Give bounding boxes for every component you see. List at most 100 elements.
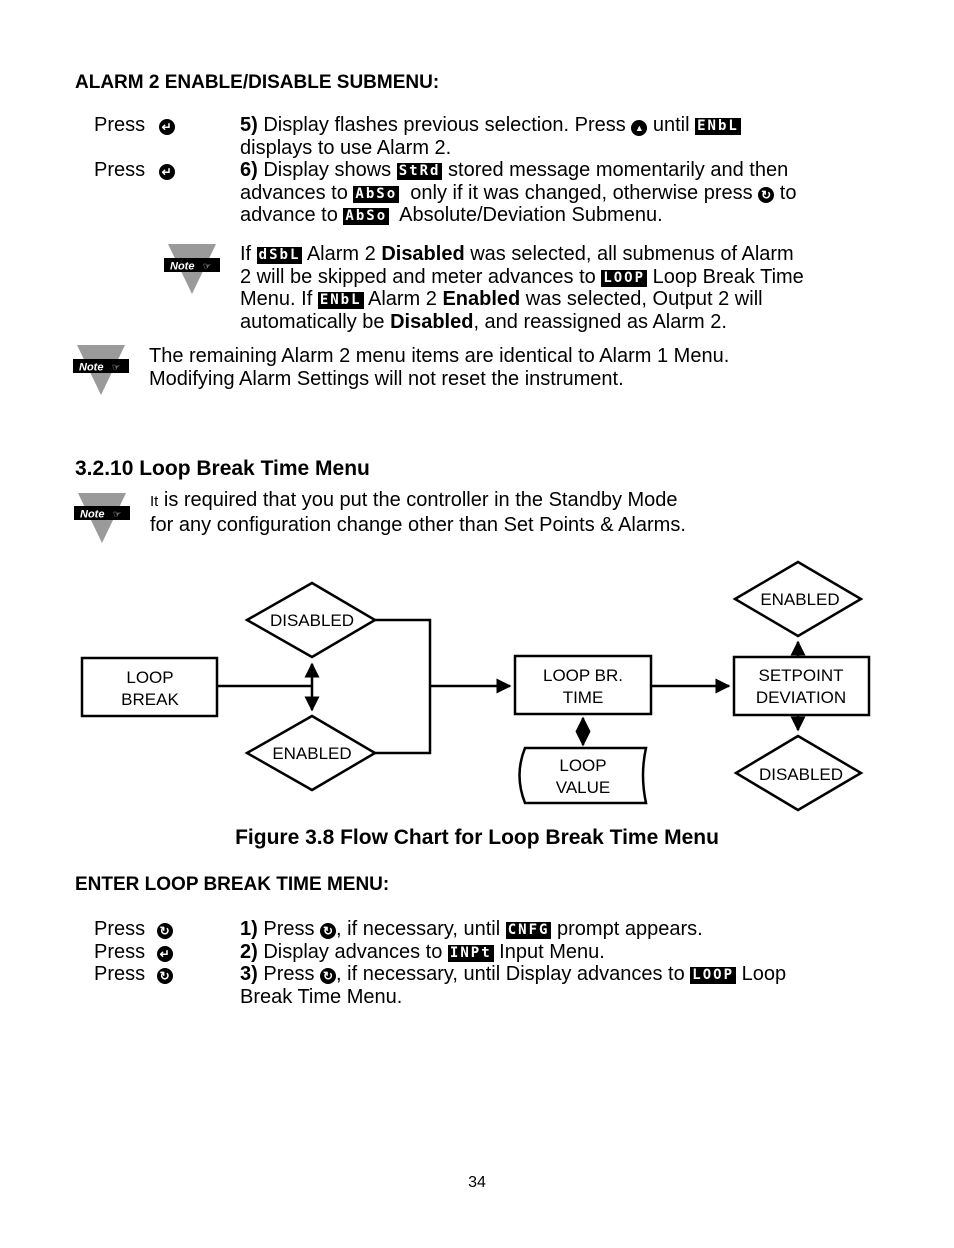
step-text: Press xyxy=(257,918,321,940)
node-label: TIME xyxy=(563,688,604,707)
step-2: 2) Display advances to INPt Input Menu. xyxy=(240,941,890,964)
note-text: The remaining Alarm 2 menu items are ide… xyxy=(149,345,730,367)
note-text: Alarm 2 xyxy=(302,243,382,265)
note-icon: Note ☞ xyxy=(164,244,220,294)
step-text: advances to xyxy=(240,181,354,204)
press-label: Press ↻ xyxy=(94,918,173,941)
step-text: Display shows xyxy=(257,159,397,181)
node-label: DISABLED xyxy=(759,765,843,784)
note1-text: If dSbL Alarm 2 Disabled was selected, a… xyxy=(240,243,890,333)
note-icon: Note ☞ xyxy=(73,345,129,395)
note-bold: Disabled xyxy=(381,243,465,265)
step-1: 1) Press ↻, if necessary, until CNFG pro… xyxy=(240,918,890,941)
node-label: LOOP xyxy=(126,668,173,687)
press-text: Press xyxy=(94,114,146,136)
node-label: SETPOINT xyxy=(758,666,843,685)
lcd-abso: AbSo xyxy=(343,208,390,225)
note-text: was selected, all submenus of Alarm xyxy=(464,243,794,265)
enter-menu-steps: 1) Press ↻, if necessary, until CNFG pro… xyxy=(240,918,890,1008)
note-text: for any configuration change other than … xyxy=(150,513,686,536)
node-label: DEVIATION xyxy=(756,688,846,707)
menu-icon: ↻ xyxy=(320,923,337,939)
step-text: until xyxy=(647,114,696,136)
note-bold: Enabled xyxy=(442,288,521,310)
step-text: Display flashes previous selection. Pres… xyxy=(257,114,632,136)
step-text: displays to use Alarm 2. xyxy=(240,136,452,159)
enter-icon: ↵ xyxy=(156,945,173,962)
step-6: 6) Display shows StRd stored message mom… xyxy=(240,159,900,227)
step-text: Break Time Menu. xyxy=(240,985,403,1008)
menu-icon: ↻ xyxy=(156,968,173,984)
step-text: Display advances to xyxy=(257,940,448,963)
alarm2-heading: ALARM 2 ENABLE/DISABLE SUBMENU: xyxy=(75,72,440,93)
section-heading: 3.2.10 Loop Break Time Menu xyxy=(75,457,370,480)
step-text: only if it was changed, otherwise press xyxy=(399,181,759,204)
note-text: Menu. If xyxy=(240,288,318,310)
menu-icon: ↻ xyxy=(156,923,173,939)
press-label: Press ↵ xyxy=(94,114,175,137)
node-label: BREAK xyxy=(121,690,179,709)
step-text: , if necessary, until xyxy=(336,918,506,940)
step-text: Absolute/Deviation Submenu. xyxy=(389,204,663,226)
enter-menu-heading: ENTER LOOP BREAK TIME MENU: xyxy=(75,874,390,895)
connector xyxy=(375,618,432,755)
lcd-abso: AbSo xyxy=(353,185,400,203)
step-text: Input Menu. xyxy=(493,940,605,963)
node-label: ENABLED xyxy=(272,744,351,763)
hand-pointer-icon: ☞ xyxy=(112,362,120,372)
step-text: Loop xyxy=(736,963,787,985)
note2-text: The remaining Alarm 2 menu items are ide… xyxy=(149,345,869,390)
node-label: VALUE xyxy=(556,778,611,797)
lcd-loop: LOOP xyxy=(601,269,648,287)
note-label: Note xyxy=(80,509,104,521)
hand-pointer-icon: ☞ xyxy=(113,509,121,519)
menu-icon: ↻ xyxy=(758,186,775,203)
press-label: Press ↵ xyxy=(94,159,175,182)
step-number: 2) xyxy=(240,940,258,963)
step-3: 3) Press ↻, if necessary, until Display … xyxy=(240,963,890,986)
note-text: Loop Break Time xyxy=(647,265,804,288)
note-label: Note xyxy=(79,362,103,374)
enter-icon: ↵ xyxy=(158,164,175,180)
press-column: Press ↻ Press ↵ Press ↻ xyxy=(94,918,173,986)
step-number: 3) xyxy=(240,963,258,985)
note-text: is required that you put the controller … xyxy=(158,489,678,511)
note-text: was selected, Output 2 will xyxy=(520,288,763,310)
note-bold: Disabled xyxy=(390,310,474,333)
press-text: Press xyxy=(94,940,146,963)
lcd-inpt: INPt xyxy=(447,944,494,962)
press-text: Press xyxy=(94,963,146,985)
menu-icon: ↻ xyxy=(320,968,337,984)
press-label: Press ↻ xyxy=(94,963,173,986)
up-arrow-icon: ▲ xyxy=(631,120,648,136)
step-text: , if necessary, until Display advances t… xyxy=(336,963,691,985)
note-text: If xyxy=(240,243,257,265)
step-text: to xyxy=(774,181,797,204)
section-note-text: It is required that you put the controll… xyxy=(150,489,870,536)
node-label: ENABLED xyxy=(760,590,839,609)
press-label: Press ↵ xyxy=(94,941,173,964)
lcd-cnfg: CNFG xyxy=(505,922,552,939)
lcd-enbl: ENbL xyxy=(317,292,364,309)
press-text: Press xyxy=(94,159,146,181)
step-number: 5) xyxy=(240,114,258,136)
node-label: LOOP BR. xyxy=(543,666,623,685)
note-text: automatically be xyxy=(240,310,391,333)
page-number: 34 xyxy=(468,1174,486,1191)
note-text: , and reassigned as Alarm 2. xyxy=(473,310,727,333)
hand-pointer-icon: ☞ xyxy=(203,261,211,271)
lcd-enbl: ENbL xyxy=(695,118,741,135)
note-text: 2 will be skipped and meter advances to xyxy=(240,265,602,288)
node-label: DISABLED xyxy=(270,611,354,630)
press-text: Press xyxy=(94,918,146,940)
step-5: 5) Display flashes previous selection. P… xyxy=(240,114,880,159)
step-text: Press xyxy=(257,963,321,985)
step-text: advance to xyxy=(240,204,344,226)
figure-caption: Figure 3.8 Flow Chart for Loop Break Tim… xyxy=(235,826,719,849)
node-label: LOOP xyxy=(559,756,606,775)
loop-break-flowchart: LOOP BREAK DISABLED ENABLED LOOP BR. TIM… xyxy=(80,560,871,812)
step-text: prompt appears. xyxy=(551,918,703,940)
step-text: stored message momentarily and then xyxy=(442,159,789,181)
lcd-loop: LOOP xyxy=(690,967,737,984)
lcd-strd: StRd xyxy=(396,163,443,180)
